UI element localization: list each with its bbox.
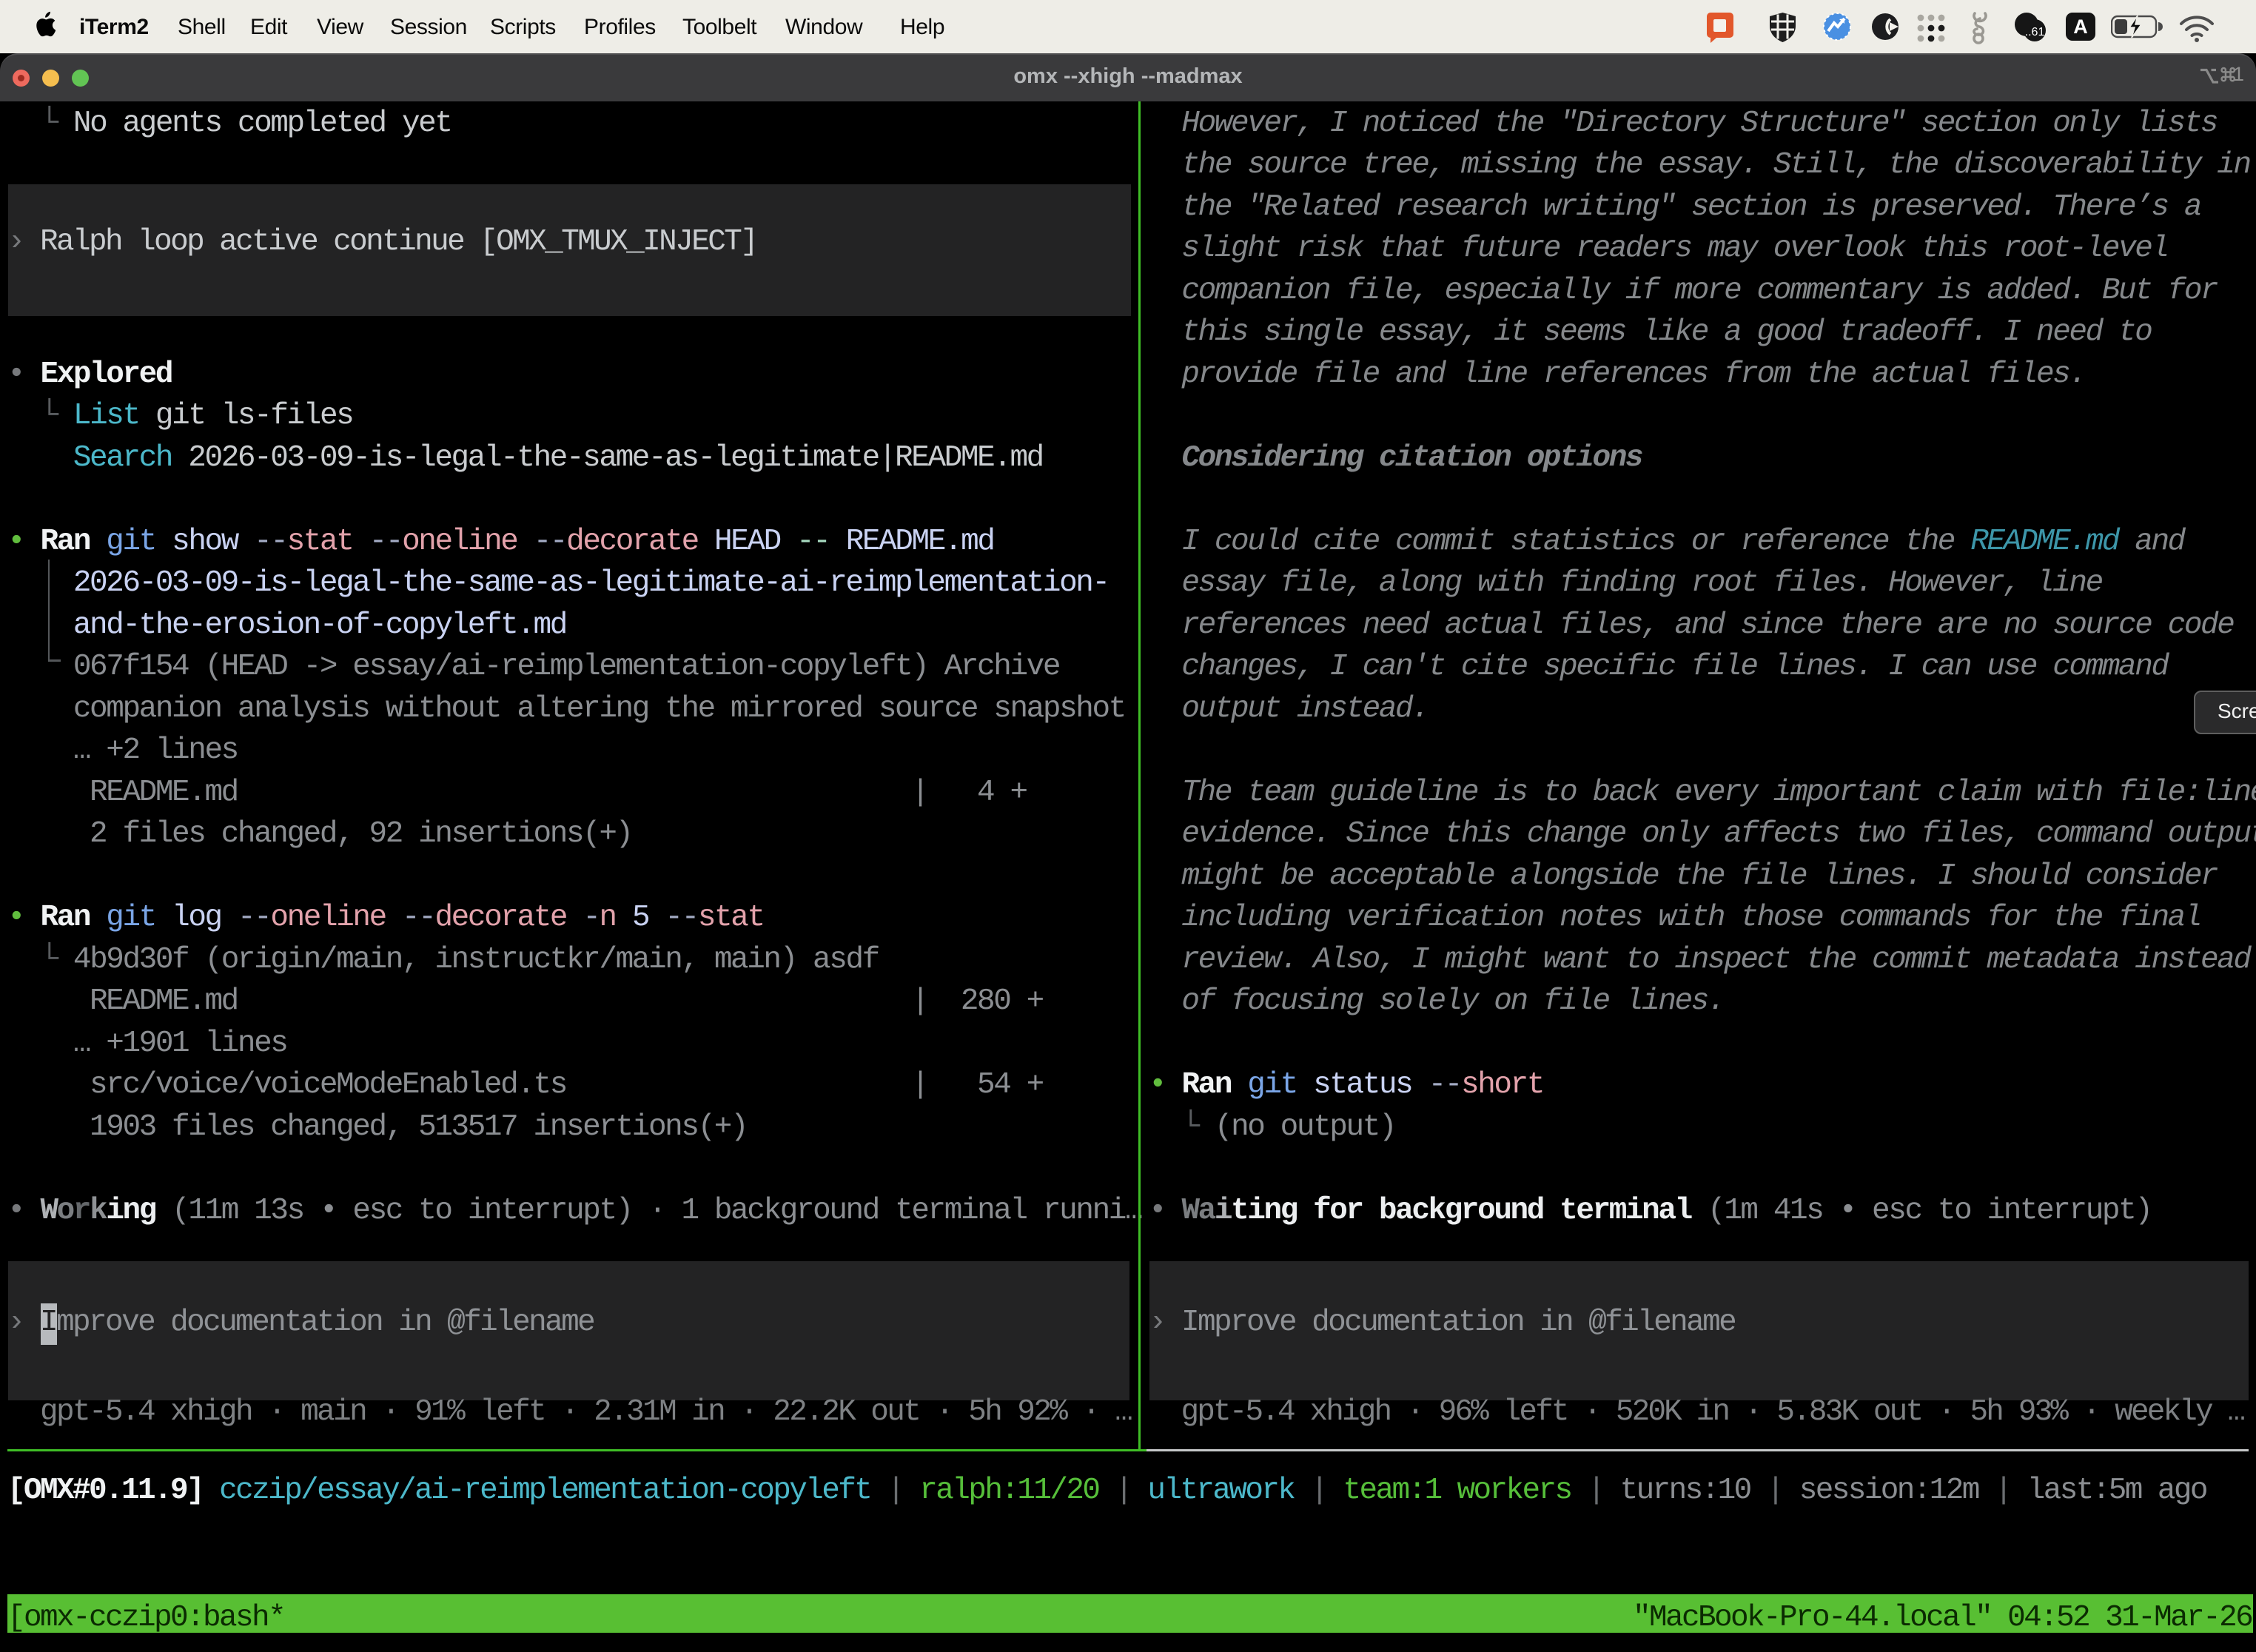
svg-text:..61: ..61 (2025, 26, 2045, 38)
svg-text:A: A (2073, 16, 2088, 38)
